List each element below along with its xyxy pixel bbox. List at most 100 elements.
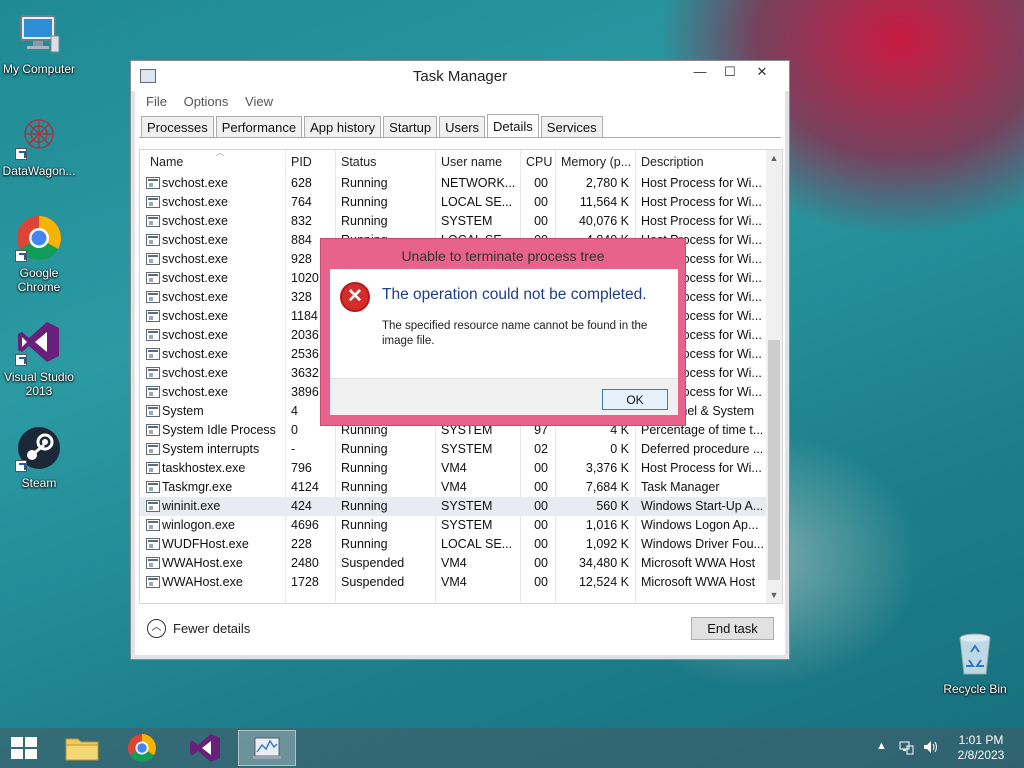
desktop-icon-label: My Computer	[2, 62, 76, 76]
cell-memory: 1,016 K	[585, 518, 629, 532]
cell-memory: 560 K	[596, 499, 629, 513]
shortcut-arrow-icon	[15, 460, 27, 472]
taskbar-visual-studio[interactable]	[180, 730, 228, 766]
tab-app-history[interactable]: App history	[304, 116, 382, 138]
cell-pid: 628	[291, 176, 312, 190]
table-row[interactable]: wininit.exe 424 Running SYSTEM 00 560 K Window…	[140, 497, 768, 516]
cell-name: svchost.exe	[162, 385, 229, 399]
table-row[interactable]: WWAHost.exe 2480 Suspended VM4 00 34,480 K Mic…	[140, 554, 768, 573]
ok-button[interactable]: OK	[602, 389, 668, 410]
cell-user: SYSTEM	[441, 499, 493, 513]
menu-options[interactable]: Options	[184, 94, 229, 109]
cell-memory: 0 K	[610, 442, 629, 456]
column-header-cpu[interactable]: CPU	[526, 155, 552, 169]
taskbar: ▲ 1:01 PM 2/8/2023	[0, 728, 1024, 768]
desktop-icon-recycle-bin[interactable]: Recycle Bin	[933, 630, 1017, 696]
cell-name: wininit.exe	[162, 499, 221, 513]
cell-cpu: 00	[534, 176, 548, 190]
title-bar[interactable]: Task Manager — ☐ ✕	[131, 61, 789, 91]
taskbar-chrome[interactable]	[118, 730, 166, 766]
tab-startup[interactable]: Startup	[383, 116, 438, 138]
column-header-pid[interactable]: PID	[291, 155, 312, 169]
table-row[interactable]: System interrupts - Running SYSTEM 02 0 K Defe…	[140, 440, 768, 459]
vertical-scrollbar[interactable]: ▲ ▼	[766, 150, 782, 603]
desktop-icon-google-chrome[interactable]: Google Chrome	[0, 214, 81, 294]
column-header-label: Name	[150, 155, 184, 169]
process-icon	[146, 557, 160, 569]
column-header-name[interactable]: ︿ Name	[150, 150, 224, 169]
cell-status: Running	[341, 537, 388, 551]
cell-status: Suspended	[341, 575, 405, 589]
cell-cpu: 02	[534, 442, 548, 456]
table-row[interactable]: Taskmgr.exe 4124 Running VM4 00 7,684 K Task M…	[140, 478, 768, 497]
desktop-icon-label: Visual Studio 2013	[4, 370, 74, 398]
table-row[interactable]: WWAHost.exe 1728 Suspended VM4 00 12,524 K Mic…	[140, 573, 768, 592]
system-clock[interactable]: 1:01 PM 2/8/2023	[948, 733, 1014, 763]
process-icon	[146, 481, 160, 493]
end-task-button[interactable]: End task	[691, 617, 774, 640]
steam-icon	[15, 424, 63, 472]
sort-ascending-icon: ︿	[216, 149, 224, 157]
maximize-button[interactable]: ☐	[715, 63, 745, 81]
minimize-button[interactable]: —	[685, 63, 715, 81]
cell-name: svchost.exe	[162, 328, 229, 342]
dialog-title[interactable]: Unable to terminate process tree	[321, 248, 685, 264]
desktop-icon-visual-studio[interactable]: Visual Studio 2013	[0, 318, 81, 398]
menu-bar: File Options View	[146, 94, 286, 109]
fewer-details-toggle[interactable]: ︿ Fewer details	[147, 619, 250, 638]
menu-view[interactable]: View	[245, 94, 273, 109]
process-icon	[146, 462, 160, 474]
cell-name: svchost.exe	[162, 252, 229, 266]
scroll-up-arrow-icon[interactable]: ▲	[766, 150, 782, 166]
column-header-user-name[interactable]: User name	[441, 155, 502, 169]
desktop-icon-label: Google Chrome	[17, 266, 61, 294]
cell-status: Running	[341, 442, 388, 456]
process-icon	[146, 367, 160, 379]
cell-cpu: 00	[534, 480, 548, 494]
cell-name: Taskmgr.exe	[162, 480, 233, 494]
process-icon	[146, 500, 160, 512]
tab-processes[interactable]: Processes	[141, 116, 214, 138]
process-icon	[146, 310, 160, 322]
visual-studio-icon	[190, 734, 220, 762]
show-hidden-icons-icon[interactable]: ▲	[876, 740, 887, 752]
desktop-icon-label: DataWagon...	[2, 164, 76, 178]
table-row[interactable]: winlogon.exe 4696 Running SYSTEM 00 1,016 K Wi…	[140, 516, 768, 535]
cell-name: System interrupts	[162, 442, 260, 456]
volume-icon[interactable]	[922, 739, 940, 758]
close-button[interactable]: ✕	[747, 63, 777, 81]
cell-memory: 2,780 K	[585, 176, 629, 190]
cell-description: Microsoft WWA Host	[641, 556, 756, 570]
table-row[interactable]: svchost.exe 628 Running NETWORK... 00 2,780 K…	[140, 174, 768, 193]
shortcut-arrow-icon	[15, 148, 27, 160]
scroll-down-arrow-icon[interactable]: ▼	[766, 587, 782, 603]
table-row[interactable]: WUDFHost.exe 228 Running LOCAL SE... 00 1,092…	[140, 535, 768, 554]
cell-name: svchost.exe	[162, 366, 229, 380]
chevron-up-icon: ︿	[147, 619, 166, 638]
table-row[interactable]: svchost.exe 832 Running SYSTEM 00 40,076 K Hos…	[140, 212, 768, 231]
table-row[interactable]: svchost.exe 764 Running LOCAL SE... 00 11,564…	[140, 193, 768, 212]
menu-file[interactable]: File	[146, 94, 167, 109]
cell-status: Running	[341, 518, 388, 532]
desktop-icon-datawagon[interactable]: DataWagon...	[0, 112, 81, 178]
tab-services[interactable]: Services	[540, 116, 603, 138]
desktop-icon-my-computer[interactable]: My Computer	[0, 10, 81, 76]
scrollbar-thumb[interactable]	[768, 340, 780, 580]
start-button[interactable]	[0, 730, 48, 766]
process-icon	[146, 272, 160, 284]
table-row[interactable]: taskhostex.exe 796 Running VM4 00 3,376 K Host…	[140, 459, 768, 478]
desktop-icon-steam[interactable]: Steam	[0, 424, 81, 490]
shortcut-arrow-icon	[15, 250, 27, 262]
tab-details[interactable]: Details	[487, 114, 539, 138]
taskbar-task-manager[interactable]	[238, 730, 296, 766]
column-header-memory[interactable]: Memory (p...	[561, 155, 631, 169]
network-icon[interactable]	[898, 739, 914, 758]
tab-users[interactable]: Users	[439, 116, 486, 138]
column-header-description[interactable]: Description	[641, 155, 704, 169]
taskbar-file-explorer[interactable]	[58, 730, 106, 766]
cell-status: Running	[341, 195, 388, 209]
column-header-status[interactable]: Status	[341, 155, 376, 169]
process-icon	[146, 177, 160, 189]
tab-performance[interactable]: Performance	[215, 116, 303, 138]
cell-description: Host Process for Wi...	[641, 461, 762, 475]
